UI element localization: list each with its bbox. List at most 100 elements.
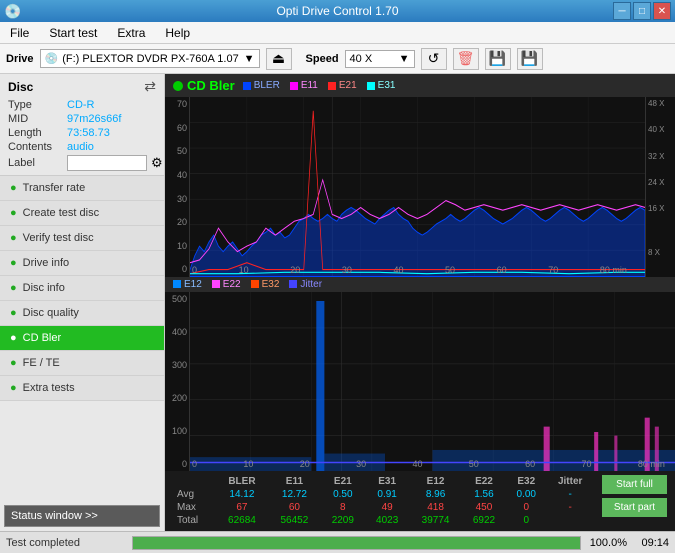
chart-legend-top: BLER E11 E21 E31	[243, 80, 396, 91]
stats-table-wrap: BLER E11 E21 E31 E12 E22 E32 Jitter Avg	[173, 475, 594, 527]
label-input[interactable]	[67, 155, 147, 171]
mid-key: MID	[8, 113, 63, 125]
nav-drive-info[interactable]: ● Drive info	[0, 251, 164, 276]
stats-max-row: Max 67 60 8 49 418 450 0 -	[173, 501, 594, 514]
drive-label: Drive	[6, 53, 34, 65]
y-axis-left-bottom: 500 400 300 200 100 0	[165, 292, 190, 472]
drivebar: Drive 💿 (F:) PLEXTOR DVDR PX-760A 1.07 ▼…	[0, 44, 675, 74]
avg-label: Avg	[173, 488, 216, 501]
chart-active-indicator	[173, 81, 183, 91]
e12-color	[173, 280, 181, 288]
status-window-button[interactable]: Status window >>	[4, 505, 160, 527]
legend-e11: E11	[290, 80, 318, 91]
burn-button[interactable]: 💾	[485, 48, 511, 70]
app-icon: 💿	[4, 3, 21, 20]
start-full-button[interactable]: Start full	[602, 475, 667, 494]
drive-value: (F:) PLEXTOR DVDR PX-760A 1.07	[62, 53, 238, 65]
avg-e32: 0.00	[506, 488, 546, 501]
titlebar: 💿 Opti Drive Control 1.70 ─ □ ✕	[0, 0, 675, 22]
status-text: Test completed	[6, 537, 126, 549]
gear-icon[interactable]: ⚙	[151, 155, 163, 171]
drive-selector[interactable]: 💿 (F:) PLEXTOR DVDR PX-760A 1.07 ▼	[40, 49, 260, 68]
label-key: Label	[8, 157, 63, 169]
create-disc-icon: ●	[10, 207, 17, 219]
nav-fe-te[interactable]: ● FE / TE	[0, 351, 164, 376]
close-button[interactable]: ✕	[653, 2, 671, 20]
col-header-e21: E21	[321, 475, 365, 488]
stats-panel: BLER E11 E21 E31 E12 E22 E32 Jitter Avg	[165, 471, 675, 531]
x-axis-bottom: 0 10 20 30 40 50 60 70 80 min	[190, 459, 675, 469]
content-area: CD Bler BLER E11 E21 E31	[165, 74, 675, 531]
stats-header-row: BLER E11 E21 E31 E12 E22 E32 Jitter	[173, 475, 594, 488]
y-axis-left-top: 70 60 50 40 30 20 10 0	[165, 97, 190, 277]
nav-menu: ● Transfer rate ● Create test disc ● Ver…	[0, 176, 164, 501]
e31-color	[367, 82, 375, 90]
max-e11: 60	[268, 501, 320, 514]
avg-bler: 14.12	[216, 488, 268, 501]
x-axis-top: 0 10 20 30 40 50 60 70 80 min	[190, 265, 645, 275]
nav-transfer-rate[interactable]: ● Transfer rate	[0, 176, 164, 201]
eject-button[interactable]: ⏏	[266, 48, 292, 70]
max-e22: 450	[462, 501, 506, 514]
extra-tests-icon: ●	[10, 382, 17, 394]
nav-extra-tests[interactable]: ● Extra tests	[0, 376, 164, 401]
legend-e21: E21	[328, 80, 357, 91]
save-button[interactable]: 💾	[517, 48, 543, 70]
e22-color	[212, 280, 220, 288]
nav-cd-bler[interactable]: ● CD Bler	[0, 326, 164, 351]
speed-selector[interactable]: 40 X ▼	[345, 50, 415, 68]
menubar: File Start test Extra Help	[0, 22, 675, 44]
col-header-e22: E22	[462, 475, 506, 488]
legend-e12: E12	[173, 279, 202, 290]
bler-color	[243, 82, 251, 90]
col-header-label	[173, 475, 216, 488]
total-e32: 0	[506, 514, 546, 527]
total-e31: 4023	[365, 514, 409, 527]
avg-e11: 12.72	[268, 488, 320, 501]
drive-info-icon: ●	[10, 257, 17, 269]
erase-button[interactable]: 🗑	[453, 48, 479, 70]
sidebar: Disc ⇄ Type CD-R MID 97m26s66f Length 73…	[0, 74, 165, 531]
total-e21: 2209	[321, 514, 365, 527]
minimize-button[interactable]: ─	[613, 2, 631, 20]
total-e11: 56452	[268, 514, 320, 527]
start-part-button[interactable]: Start part	[602, 498, 667, 517]
col-header-e31: E31	[365, 475, 409, 488]
mid-value: 97m26s66f	[67, 113, 121, 125]
progress-percent: 100.0%	[587, 537, 627, 549]
nav-disc-info[interactable]: ● Disc info	[0, 276, 164, 301]
maximize-button[interactable]: □	[633, 2, 651, 20]
app-title: Opti Drive Control 1.70	[0, 4, 675, 18]
chart-legend-bottom: E12 E22 E32 Jitter	[173, 279, 322, 290]
max-jitter: -	[546, 501, 594, 514]
y-axis-right-top: 48 X 40 X 32 X 24 X 16 X 8 X	[645, 97, 675, 277]
statusbar: Test completed 100.0% 09:14	[0, 531, 675, 553]
nav-disc-quality[interactable]: ● Disc quality	[0, 301, 164, 326]
disc-info-panel: Disc ⇄ Type CD-R MID 97m26s66f Length 73…	[0, 74, 164, 176]
disc-refresh-icon[interactable]: ⇄	[144, 78, 156, 95]
speed-label: Speed	[306, 53, 339, 65]
type-key: Type	[8, 99, 63, 111]
bottom-chart-svg	[190, 292, 675, 472]
nav-create-test-disc[interactable]: ● Create test disc	[0, 201, 164, 226]
speed-value: 40 X	[350, 53, 373, 65]
disc-quality-icon: ●	[10, 307, 17, 319]
menu-extra[interactable]: Extra	[111, 24, 151, 42]
menu-help[interactable]: Help	[159, 24, 196, 42]
bottom-chart-header: E12 E22 E32 Jitter	[165, 277, 675, 292]
refresh-drive-button[interactable]: ↺	[421, 48, 447, 70]
bottom-chart-area: 0 10 20 30 40 50 60 70 80 min	[190, 292, 675, 472]
jitter-color	[289, 280, 297, 288]
window-controls: ─ □ ✕	[613, 2, 671, 20]
avg-e12: 8.96	[409, 488, 461, 501]
length-key: Length	[8, 127, 63, 139]
menu-start-test[interactable]: Start test	[43, 24, 103, 42]
stats-total-row: Total 62684 56452 2209 4023 39774 6922 0	[173, 514, 594, 527]
col-header-e32: E32	[506, 475, 546, 488]
disc-info-icon: ●	[10, 282, 17, 294]
avg-e31: 0.91	[365, 488, 409, 501]
menu-file[interactable]: File	[4, 24, 35, 42]
nav-verify-test-disc[interactable]: ● Verify test disc	[0, 226, 164, 251]
max-e12: 418	[409, 501, 461, 514]
legend-bler: BLER	[243, 80, 280, 91]
